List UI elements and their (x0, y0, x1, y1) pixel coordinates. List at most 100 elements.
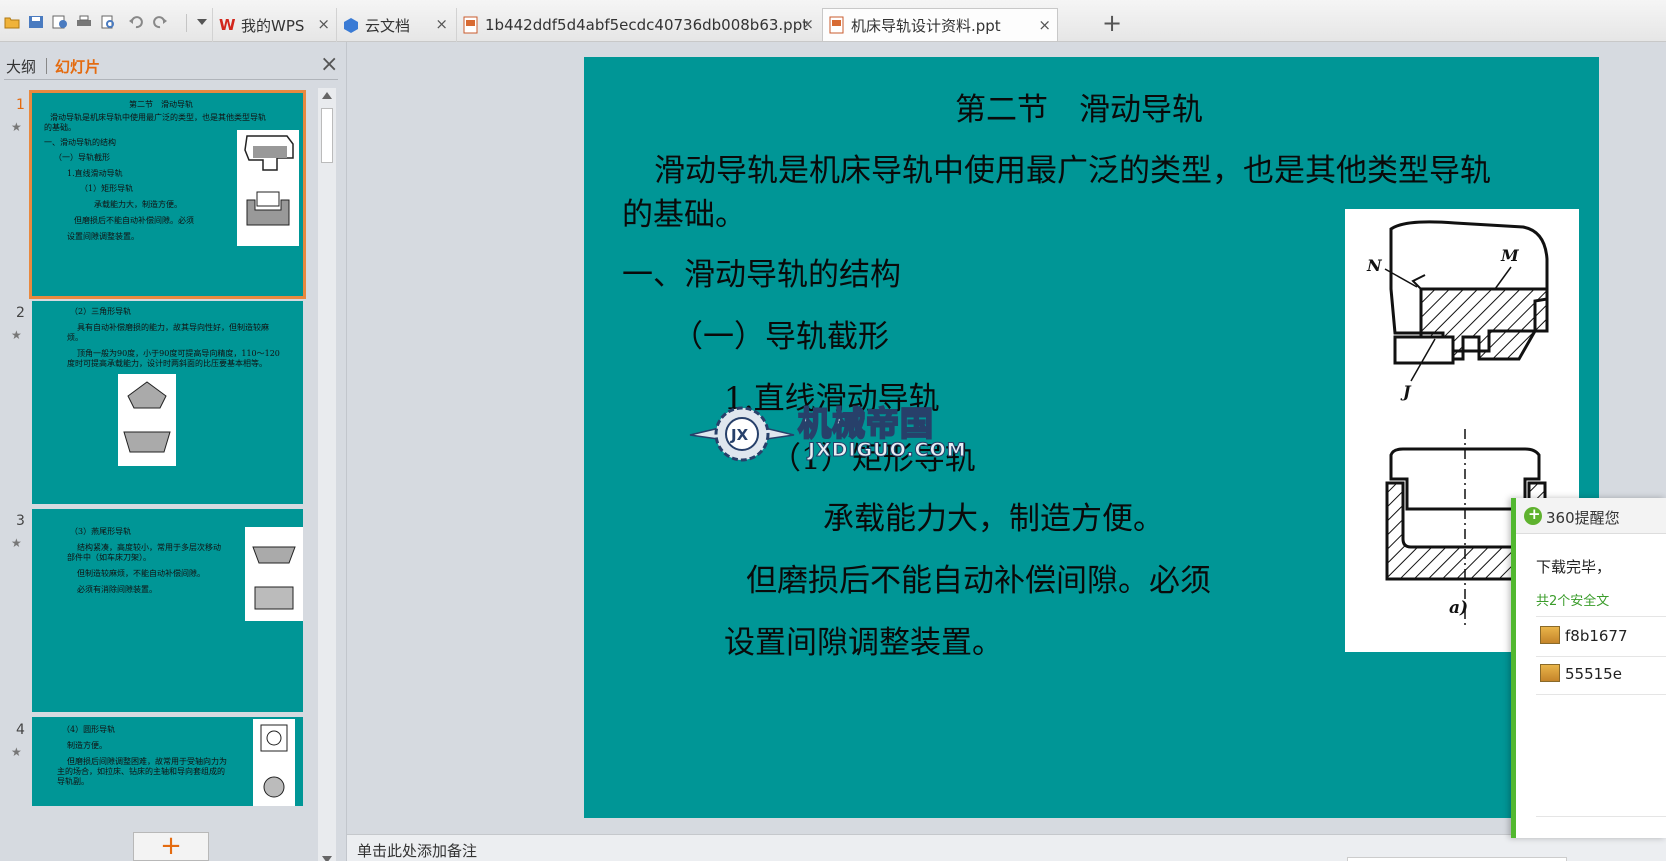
thumbnail-scrollbar[interactable] (318, 88, 336, 861)
thumb-line: 烦。 (67, 333, 83, 342)
scroll-thumb[interactable] (321, 108, 333, 163)
popup-summary: 共2个安全文 (1536, 594, 1610, 609)
download-file-item[interactable]: f8b1677 (1540, 626, 1628, 645)
notes-placeholder[interactable]: 单击此处添加备注 (357, 840, 477, 861)
thumb-line: 主的场合，如拉床、钻床的主轴和导向套组成的 (57, 767, 225, 776)
round-rail-figure-thumbnail (253, 719, 295, 806)
archive-file-icon (1540, 626, 1560, 644)
watermark-logo: JX 机械帝国 JXDIGUO.COM (686, 397, 986, 471)
thumb-line: 承载能力大，制造方便。 (94, 200, 182, 209)
thumb-line: 必须有消除间隙装置。 (77, 585, 157, 594)
tab-ppt-file-1[interactable]: 1b442ddf5d4abf5ecdc40736db008b63.ppt × (456, 8, 820, 42)
cloud-docs-icon (344, 18, 358, 33)
figure-label: a) (1449, 598, 1468, 618)
ppt-file-icon (463, 16, 478, 34)
thumb-line: （3）燕尾形导轨 (70, 527, 132, 536)
gear-wings-icon: JX (689, 406, 795, 462)
tab-my-wps[interactable]: W 我的WPS × (212, 8, 336, 42)
thumb-line: （一）导轨截形 (54, 153, 110, 162)
download-file-item[interactable]: 55515e (1540, 664, 1622, 683)
slide-bullet: 设置间隙调整装置。 (724, 625, 1003, 661)
slide-thumbnail-1[interactable]: 第二节 滑动导轨 滑动导轨是机床导轨中使用最广泛的类型，也是其他类型导轨 的基础… (29, 90, 306, 299)
close-icon[interactable]: × (317, 16, 330, 32)
thumb-line: 设置间隙调整装置。 (67, 232, 139, 241)
watermark-url: JXDIGUO.COM (808, 439, 967, 462)
notes-area[interactable]: 单击此处添加备注 (347, 834, 1666, 861)
360-logo-icon (1524, 505, 1542, 525)
print-preview-icon[interactable] (100, 15, 116, 29)
thumb-line: 度时可提高承载能力，设计时两斜面的比压要基本相等。 (67, 359, 267, 368)
guide-rail-figure-thumbnail (237, 130, 299, 246)
open-folder-icon[interactable] (4, 15, 20, 29)
svg-text:JX: JX (730, 426, 749, 444)
close-icon[interactable]: × (435, 16, 448, 32)
popup-title: 360提醒您 (1546, 509, 1620, 527)
dovetail-rail-figure-thumbnail (245, 527, 303, 621)
slide-number: 1 (16, 97, 25, 113)
close-icon[interactable]: × (1038, 17, 1051, 33)
slide-panel: 大纲 幻灯片 × 1 ★ 第二节 滑动导轨 滑动导轨是机床导轨中使用最广泛的类型… (0, 42, 347, 861)
slide-number: 2 (16, 305, 25, 321)
current-slide[interactable]: 第二节 滑动导轨 滑动导轨是机床导轨中使用最广泛的类型，也是其他类型导轨 的基础… (584, 57, 1599, 818)
thumb-line: 一、滑动导轨的结构 (44, 138, 116, 147)
ppt-file-icon (829, 16, 844, 34)
star-icon: ★ (11, 536, 22, 550)
divider (1536, 656, 1666, 657)
thumb-line: 结构紧凑，高度较小，常用于多层次移动 (77, 543, 221, 552)
slide-heading: 一、滑动导轨的结构 (622, 257, 901, 293)
scroll-down-arrow-icon[interactable] (322, 856, 332, 861)
thumb-line: 导轨副。 (57, 777, 89, 786)
slide-title: 第二节 滑动导轨 (955, 92, 1203, 128)
close-icon[interactable]: × (801, 16, 814, 32)
tab-cloud-docs[interactable]: 云文档 × (336, 8, 454, 42)
tab-divider (46, 58, 47, 74)
slide-thumbnail-4[interactable]: （4）圆形导轨 制造方便。 但磨损后间隙调整困难，故常用于受轴向力为 主的场合，… (32, 717, 303, 806)
tab-label: 云文档 (365, 16, 411, 35)
scroll-up-arrow-icon[interactable] (322, 92, 332, 99)
star-icon: ★ (11, 120, 22, 134)
slide-paragraph: 的基础。 (622, 197, 746, 233)
star-icon: ★ (11, 328, 22, 342)
thumb-line: （1）矩形导轨 (80, 184, 134, 193)
print-icon[interactable] (76, 15, 92, 29)
add-slide-button[interactable]: + (133, 832, 209, 861)
popup-header: 360提醒您 (1516, 498, 1666, 534)
thumb-line: 1.直线滑动导轨 (67, 169, 123, 178)
tab-ppt-file-2[interactable]: 机床导轨设计资料.ppt × (822, 8, 1058, 41)
thumb-line: 制造方便。 (67, 741, 107, 750)
thumb-line: 具有自动补偿磨损的能力，故其导向性好，但制造较麻 (77, 323, 269, 332)
slide-number: 3 (16, 513, 25, 529)
save-icon[interactable] (28, 15, 44, 29)
archive-file-icon (1540, 664, 1560, 682)
thumb-line: 部件中（如车床刀架）。 (67, 553, 151, 562)
star-icon: ★ (11, 745, 22, 759)
save-as-icon[interactable] (52, 15, 68, 29)
wps-logo-icon: W (219, 16, 235, 34)
svg-text:W: W (219, 16, 235, 34)
tab-outline[interactable]: 大纲 (6, 56, 36, 77)
popup-message: 下载完毕， (1536, 558, 1612, 576)
slide-paragraph: 滑动导轨是机床导轨中使用最广泛的类型，也是其他类型导轨 (654, 153, 1491, 189)
divider (1536, 616, 1666, 617)
thumb-line: 滑动导轨是机床导轨中使用最广泛的类型，也是其他类型导轨 (50, 113, 266, 122)
tab-slides[interactable]: 幻灯片 (55, 56, 100, 77)
thumb-line: 第二节 滑动导轨 (129, 100, 193, 109)
slide-bullet: 但磨损后不能自动补偿间隙。必须 (746, 563, 1211, 599)
divider (4, 79, 338, 80)
download-notification-popup[interactable]: 360提醒您 下载完毕， 共2个安全文 f8b1677 55515e (1511, 498, 1666, 838)
slide-number: 4 (16, 722, 25, 738)
figure-label: J (1400, 382, 1412, 401)
triangle-rail-figure-thumbnail (118, 374, 176, 466)
slide-thumbnail-2[interactable]: （2）三角形导轨 具有自动补偿磨损的能力，故其导向性好，但制造较麻 烦。 顶角一… (32, 301, 303, 504)
redo-icon[interactable] (152, 15, 168, 29)
tab-label: 我的WPS (241, 16, 305, 35)
thumb-line: 的基础。 (44, 123, 76, 132)
thumb-line: （4）圆形导轨 (62, 725, 116, 734)
add-tab-button[interactable]: + (1102, 11, 1122, 35)
dropdown-icon[interactable] (194, 18, 210, 26)
undo-icon[interactable] (128, 15, 144, 29)
close-panel-icon[interactable]: × (320, 52, 338, 77)
panel-tabs: 大纲 幻灯片 × (0, 52, 347, 78)
thumb-line: 但制造较麻烦，不能自动补偿间隙。 (77, 569, 205, 578)
slide-thumbnail-3[interactable]: （3）燕尾形导轨 结构紧凑，高度较小，常用于多层次移动 部件中（如车床刀架）。 … (32, 509, 303, 712)
